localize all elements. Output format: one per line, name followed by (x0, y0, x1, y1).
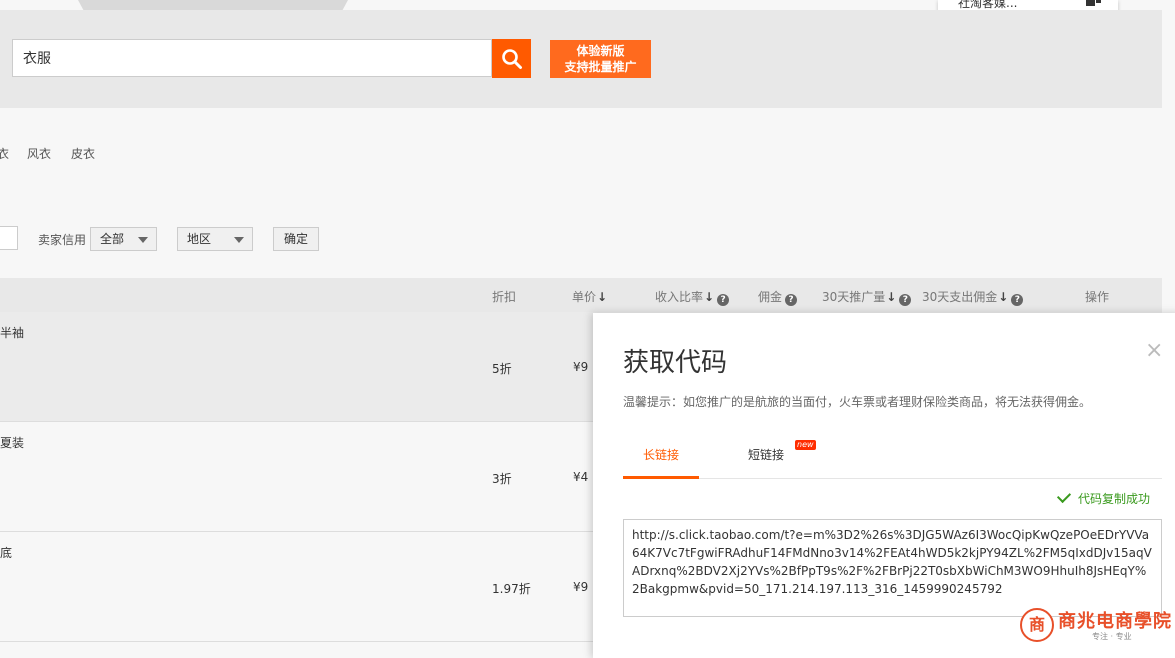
row-title[interactable]: 半袖 (0, 324, 24, 341)
seller-credit-label: 卖家信用 (38, 233, 87, 247)
sort-down-icon: ↓ (998, 290, 1009, 304)
menu-icon-part (1096, 0, 1101, 3)
credit-select[interactable]: 全部 (90, 227, 157, 251)
copy-success-text: 代码复制成功 (1078, 492, 1151, 506)
row-discount: 5折 (492, 362, 512, 376)
help-icon[interactable]: ? (785, 294, 798, 306)
check-icon (1056, 488, 1072, 504)
header-action: 操作 (1085, 290, 1110, 304)
row-discount: 3折 (492, 472, 512, 486)
help-icon[interactable]: ? (717, 294, 730, 306)
watermark-subtext: 专注 · 专业 (1092, 632, 1132, 641)
row-title[interactable]: 夏装 (0, 434, 24, 451)
row-price: ¥9 (573, 360, 589, 374)
header-income-ratio[interactable]: 收入比率↓? (655, 288, 730, 306)
credit-select-value: 全部 (100, 232, 125, 246)
price-input[interactable] (0, 226, 18, 250)
modal-title: 获取代码 (623, 348, 728, 378)
row-title[interactable]: 底 (0, 544, 12, 561)
category-link[interactable]: 衣 (0, 145, 9, 162)
category-link-leather[interactable]: 皮衣 (71, 145, 95, 162)
watermark-logo-icon: 商 (1020, 608, 1054, 642)
new-version-line1: 体验新版 (576, 44, 625, 58)
tab-divider (623, 478, 1162, 479)
confirm-filter-button[interactable]: 确定 (273, 227, 319, 251)
row-price: ¥9 (573, 580, 589, 594)
search-input[interactable]: 衣服 (12, 39, 492, 77)
search-button[interactable] (492, 39, 531, 78)
menu-icon (1086, 0, 1095, 6)
header-commission[interactable]: 佣金? (758, 288, 798, 306)
header-discount[interactable]: 折扣 (492, 288, 516, 305)
chevron-down-icon (138, 237, 148, 243)
copy-success-message: 代码复制成功 (1056, 488, 1151, 507)
region-select[interactable]: 地区 (177, 227, 253, 251)
new-version-line2: 支持批量推广 (564, 60, 637, 74)
top-tab-shape (78, 0, 348, 10)
close-icon[interactable]: × (1145, 338, 1163, 363)
header-promo-30d[interactable]: 30天推广量↓? (822, 288, 912, 306)
tab-short-link[interactable]: 短链接 (748, 446, 784, 463)
row-discount: 1.97折 (492, 582, 531, 596)
category-link-windbreaker[interactable]: 风衣 (27, 145, 51, 162)
sort-down-icon: ↓ (597, 290, 608, 304)
code-textarea[interactable]: http://s.click.taobao.com/t?e=m%3D2%26s%… (623, 519, 1162, 617)
sort-down-icon: ↓ (886, 290, 897, 304)
sort-down-icon: ↓ (704, 290, 715, 304)
tab-long-link[interactable]: 长链接 (623, 446, 699, 463)
try-new-version-button[interactable]: 体验新版 支持批量推广 (550, 40, 651, 78)
watermark-text: 商兆电商學院 (1058, 611, 1172, 632)
active-tab-indicator (623, 476, 699, 479)
search-icon (501, 48, 522, 69)
help-icon[interactable]: ? (899, 294, 912, 306)
new-badge: new (795, 440, 816, 450)
help-icon[interactable]: ? (1011, 294, 1024, 306)
modal-tip: 温馨提示：如您推广的是航旅的当面付，火车票或者理财保险类商品，将无法获得佣金。 (623, 395, 1092, 409)
region-select-value: 地区 (187, 232, 212, 246)
header-unit-price[interactable]: 单价↓ (572, 288, 607, 305)
row-price: ¥4 (573, 470, 589, 484)
chevron-down-icon (234, 237, 244, 243)
header-spend-30d[interactable]: 30天支出佣金↓? (922, 288, 1024, 306)
